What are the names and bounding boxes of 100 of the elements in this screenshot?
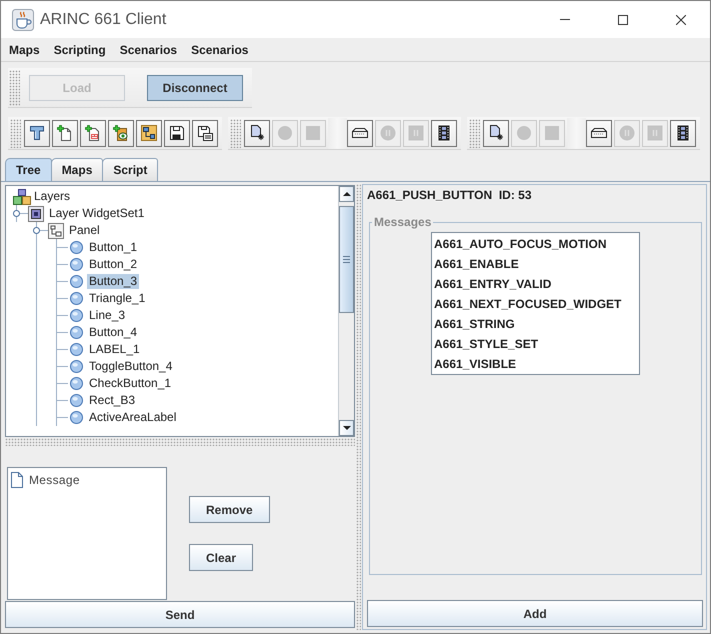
tab[interactable]: Script [102, 158, 158, 181]
tree-node[interactable]: ToggleButton_4 [87, 359, 174, 374]
film-icon [436, 125, 452, 141]
expander-icon[interactable] [33, 226, 40, 234]
pause-square-icon [647, 125, 663, 141]
sphere-icon [70, 377, 83, 390]
toolbar-button[interactable] [24, 120, 50, 146]
toolbar-button[interactable] [670, 120, 696, 146]
tree-node[interactable]: Layers [32, 189, 72, 204]
record-icon [516, 125, 532, 141]
list-item[interactable]: A661_ENTRY_VALID [432, 274, 639, 294]
sphere-icon [70, 241, 83, 254]
stop-icon [544, 125, 560, 141]
tree-node[interactable]: Button_2 [87, 257, 140, 272]
tree-node[interactable]: Button_3 [87, 274, 140, 289]
tree-node[interactable]: Line_3 [87, 308, 128, 323]
tray-icon [591, 125, 607, 141]
stop-icon [305, 125, 321, 141]
toolbar-separator [328, 118, 347, 148]
t-shape-icon [29, 125, 45, 141]
list-item[interactable]: A661_AUTO_FOCUS_MOTION [432, 234, 639, 254]
sphere-icon [70, 394, 83, 407]
toolbar-grip[interactable] [230, 118, 241, 148]
tree-node[interactable]: Button_1 [87, 240, 140, 255]
tree-node[interactable]: ActiveAreaLabel [87, 410, 178, 425]
triangle-up-icon [342, 192, 350, 196]
toolbar-grip[interactable] [469, 118, 480, 148]
tree-node[interactable]: Button_4 [87, 325, 140, 340]
list-action-button[interactable]: Clear [189, 544, 254, 571]
toolbar-button[interactable] [347, 120, 373, 146]
eye-document-icon [113, 125, 129, 141]
tree-node[interactable]: Triangle_1 [87, 291, 148, 306]
tree-node[interactable]: Layer WidgetSet1 [47, 206, 146, 221]
minimize-icon [560, 19, 570, 20]
toolbar-button[interactable] [192, 120, 218, 146]
list-item[interactable]: Message [28, 472, 81, 486]
toolbar-separator [567, 118, 586, 148]
toolbar-button[interactable] [108, 120, 134, 146]
layers-icon [13, 188, 31, 204]
toolbar-button[interactable] [136, 120, 162, 146]
hierarchy-icon [141, 125, 157, 141]
tab[interactable]: Maps [50, 158, 104, 181]
maximize-icon [618, 14, 628, 24]
new-script-icon [85, 125, 101, 141]
document-star-icon [249, 125, 265, 141]
save-as-icon [197, 125, 213, 141]
connection-button[interactable]: Disconnect [147, 74, 243, 100]
pause-circle-icon [380, 125, 396, 141]
tab[interactable]: Tree [5, 158, 52, 181]
tray-icon [352, 125, 368, 141]
document-icon [11, 472, 23, 488]
scrollbar[interactable] [338, 186, 354, 436]
layer-icon [28, 206, 44, 222]
film-icon [675, 125, 691, 141]
scrollbar-thumb[interactable] [339, 206, 354, 313]
sphere-icon [70, 360, 83, 373]
toolbar-button[interactable] [164, 120, 190, 146]
widget-type-label: A661_PUSH_BUTTON ID: 53 [367, 187, 532, 204]
sphere-icon [70, 275, 83, 288]
new-document-icon [57, 125, 73, 141]
pause-circle-icon [619, 125, 635, 141]
toolbar-grip[interactable] [9, 70, 20, 106]
list-item[interactable]: A661_VISIBLE [432, 354, 639, 374]
sphere-icon [70, 258, 83, 271]
menu-item[interactable]: Scripting [46, 42, 113, 56]
tree-node[interactable]: LABEL_1 [87, 342, 142, 357]
scroll-up-button[interactable] [339, 186, 354, 202]
expander-icon[interactable] [13, 210, 20, 216]
tree-node[interactable]: CheckButton_1 [87, 376, 174, 391]
toolbar-button[interactable] [431, 120, 457, 146]
sphere-icon [70, 309, 83, 322]
add-button[interactable]: Add [367, 600, 703, 627]
group-title: Messages [373, 215, 432, 229]
toolbar-button[interactable] [80, 120, 106, 146]
menu-item[interactable]: Scenarios [184, 42, 256, 56]
close-icon [676, 14, 686, 24]
toolbar-button[interactable] [586, 120, 612, 146]
toolbar-grip[interactable] [10, 118, 21, 148]
record-icon [277, 125, 293, 141]
sphere-icon [70, 411, 83, 424]
sphere-icon [70, 292, 83, 305]
list-item[interactable]: A661_ENABLE [432, 254, 639, 274]
coffee-cup-icon [12, 8, 34, 30]
tree-node[interactable]: Rect_B3 [87, 393, 138, 408]
list-action-button[interactable]: Remove [189, 496, 270, 523]
menu-item[interactable]: Maps [2, 42, 47, 56]
send-button[interactable]: Send [5, 601, 355, 628]
window-title: ARINC 661 Client [40, 10, 166, 28]
list-item[interactable]: A661_NEXT_FOCUSED_WIDGET [432, 294, 639, 314]
toolbar-button[interactable] [483, 120, 509, 146]
menu-item[interactable]: Scenarios [112, 42, 184, 56]
toolbar-button[interactable] [52, 120, 78, 146]
tree-node[interactable]: Panel [67, 223, 102, 238]
pause-square-icon [408, 125, 424, 141]
list-item[interactable]: A661_STRING [432, 314, 639, 334]
toolbar-button[interactable] [244, 120, 270, 146]
scroll-down-button[interactable] [339, 420, 354, 436]
document-star-icon [488, 125, 504, 141]
triangle-down-icon [342, 426, 350, 430]
list-item[interactable]: A661_STYLE_SET [432, 334, 639, 354]
